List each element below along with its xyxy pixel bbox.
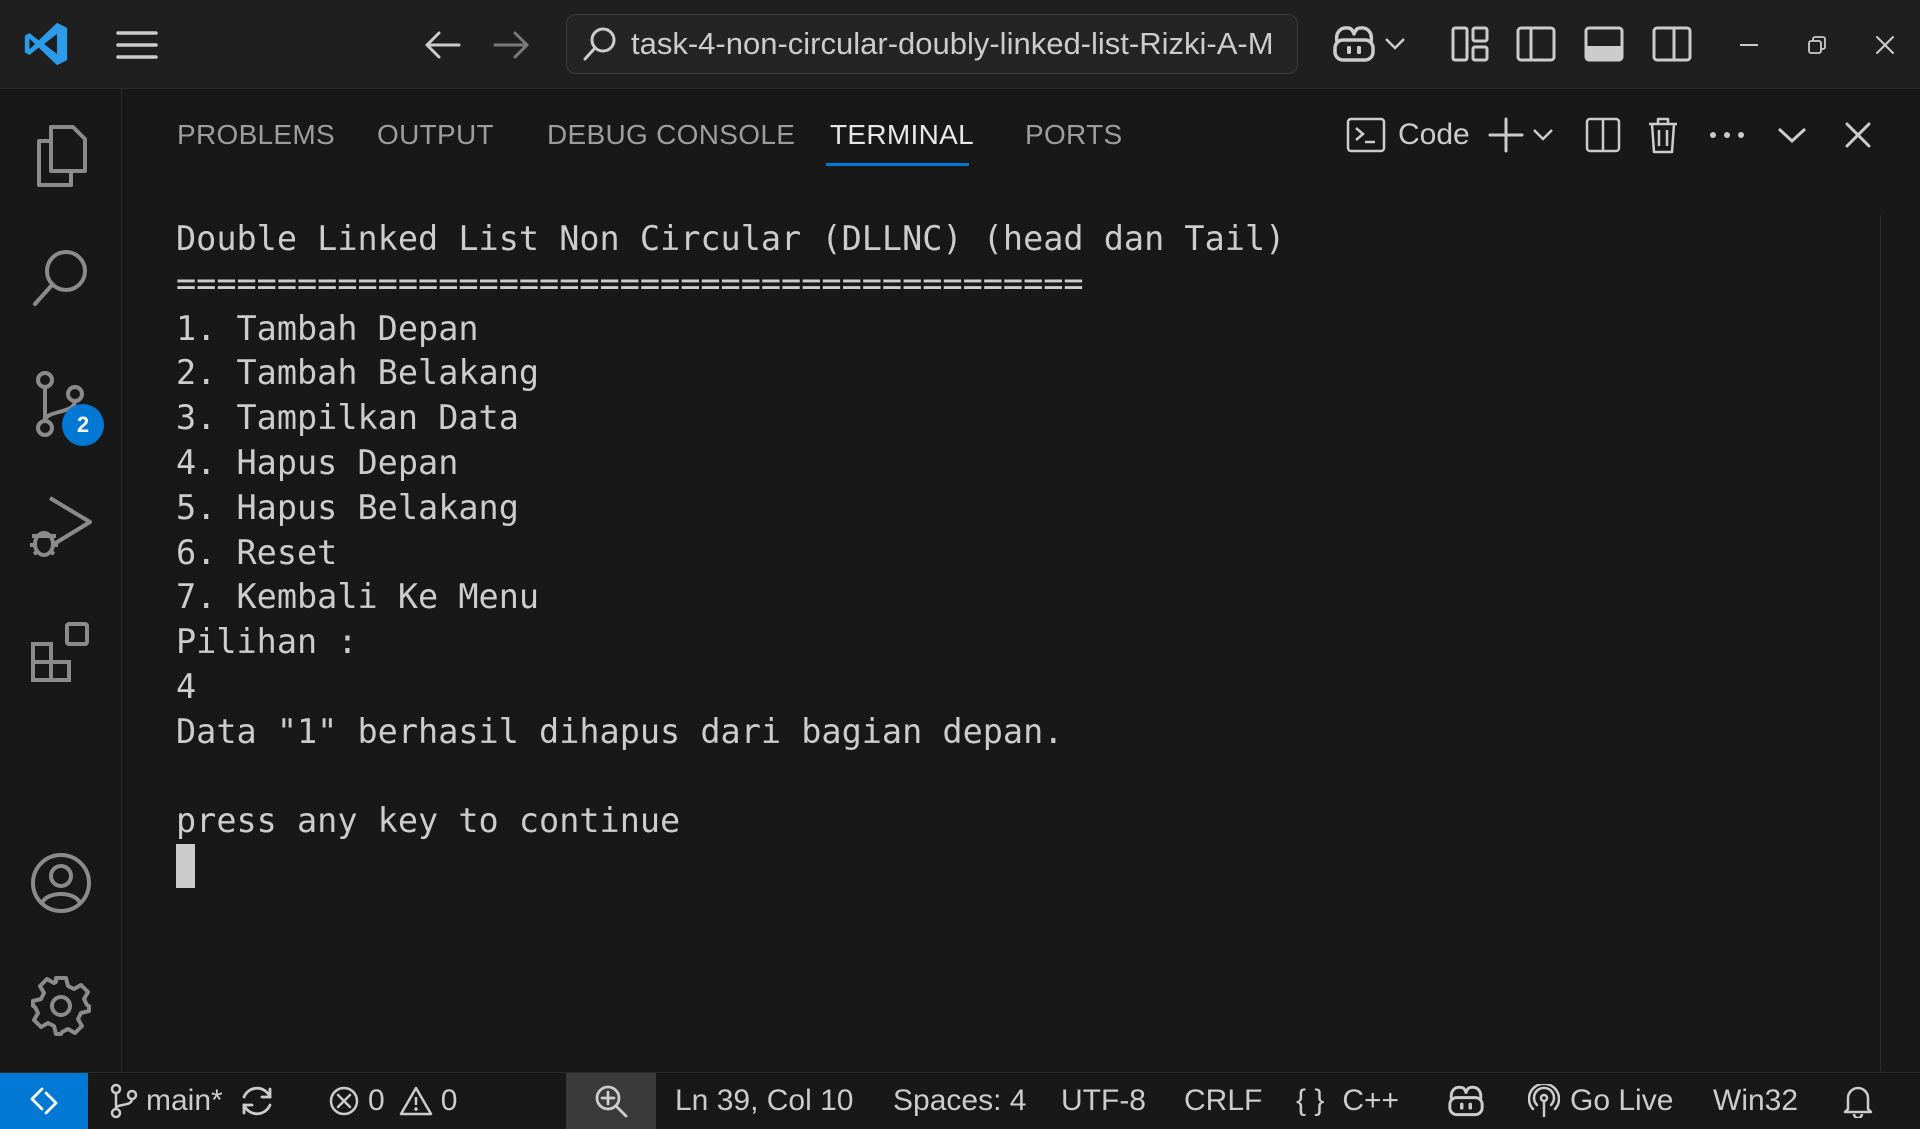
extensions-icon[interactable] [24,615,98,689]
command-center-search[interactable]: task-4-non-circular-doubly-linked-list-R… [566,14,1298,74]
forward-arrow-icon[interactable] [488,24,534,66]
search-text: task-4-non-circular-doubly-linked-list-R… [631,26,1274,61]
terminal-line: 7. Kembali Ke Menu [176,577,540,617]
terminal-line: 4. Hapus Depan [176,442,459,482]
run-debug-icon[interactable] [24,489,98,563]
search-icon[interactable] [24,241,98,315]
activity-bar: 2 [0,89,122,1072]
copilot-status-icon [1446,1084,1486,1118]
remote-indicator[interactable] [0,1073,88,1129]
terminal-line: 2. Tambah Belakang [176,353,540,393]
language-braces-icon: { } [1296,1084,1325,1117]
cursor-position[interactable]: Ln 39, Col 10 [675,1073,853,1129]
problems-status[interactable]: 0 0 [328,1073,457,1129]
platform-status[interactable]: Win32 [1713,1073,1798,1129]
accounts-icon[interactable] [24,846,98,920]
copilot-icon[interactable] [1328,20,1380,68]
active-tab-indicator [826,163,969,166]
tab-output[interactable]: OUTPUT [377,119,494,151]
broadcast-icon [1528,1084,1560,1118]
terminal-line: 6. Reset [176,532,338,572]
warning-count: 0 [440,1084,458,1117]
tab-debug-console[interactable]: DEBUG CONSOLE [547,119,795,151]
terminal-icon [1346,117,1386,153]
terminal-cursor-line [176,844,1856,889]
encoding-status[interactable]: UTF-8 [1061,1073,1146,1129]
more-actions-ellipsis-icon[interactable] [1706,110,1748,160]
terminal-line: Data "1" berhasil dihapus dari bagian de… [176,711,1064,751]
terminal-line: Pilihan : [176,622,358,662]
terminal-cursor [176,844,195,889]
terminal-output[interactable]: Double Linked List Non Circular (DLLNC) … [176,217,1856,889]
eol-status[interactable]: CRLF [1184,1073,1262,1129]
error-icon [328,1085,360,1117]
vscode-logo-icon [20,18,72,70]
split-terminal-icon[interactable] [1582,110,1624,160]
zoom-status[interactable] [566,1073,656,1129]
indentation-status[interactable]: Spaces: 4 [893,1073,1026,1129]
warning-icon [399,1086,433,1116]
kill-terminal-trash-icon[interactable] [1642,110,1684,160]
git-branch-icon [110,1083,138,1119]
maximize-panel-chevron-icon[interactable] [1772,110,1812,160]
tab-ports[interactable]: PORTS [1025,119,1122,151]
sync-icon[interactable] [239,1084,275,1118]
branch-status[interactable]: main* [110,1073,275,1129]
new-terminal-chevron-icon[interactable] [1530,110,1556,160]
terminal-line: press any key to continue [176,801,681,841]
close-icon[interactable] [1866,28,1904,62]
title-bar: task-4-non-circular-doubly-linked-list-R… [0,0,1920,89]
terminal-line: 4 [176,666,197,706]
terminal-name: Code [1398,118,1470,151]
remote-icon [28,1085,60,1117]
search-icon [581,25,619,63]
toggle-panel-icon[interactable] [1582,22,1626,66]
menu-icon[interactable] [112,22,162,68]
toggle-secondary-sidebar-icon[interactable] [1650,22,1694,66]
toggle-primary-sidebar-icon[interactable] [1514,22,1558,66]
tab-problems[interactable]: PROBLEMS [177,119,335,151]
customize-layout-icon[interactable] [1448,22,1492,66]
terminal-line: ========================================… [176,263,1084,303]
language-name: C++ [1342,1084,1400,1117]
chevron-down-icon[interactable] [1382,32,1408,56]
terminal-line: 1. Tambah Depan [176,308,479,348]
terminal-line: 3. Tampilkan Data [176,398,519,438]
branch-name: main* [146,1084,223,1117]
close-panel-icon[interactable] [1838,110,1878,160]
go-live-status[interactable]: Go Live [1528,1073,1673,1129]
terminal-instance-button[interactable]: Code [1346,110,1470,160]
restore-icon[interactable] [1798,28,1836,62]
back-arrow-icon[interactable] [420,24,466,66]
go-live-label: Go Live [1570,1084,1674,1117]
new-terminal-plus-icon[interactable] [1486,110,1526,160]
copilot-status[interactable] [1446,1073,1486,1129]
language-status[interactable]: { } C++ [1296,1073,1399,1129]
manage-gear-icon[interactable] [24,969,98,1043]
explorer-icon[interactable] [24,119,98,193]
terminal-line: Double Linked List Non Circular (DLLNC) … [176,219,1286,258]
terminal-scrollbar[interactable] [1880,215,1881,1071]
tab-terminal[interactable]: TERMINAL [830,119,974,151]
terminal-line: 5. Hapus Belakang [176,487,519,527]
source-control-badge: 2 [62,404,104,446]
notifications-bell-icon[interactable] [1843,1073,1873,1129]
zoom-in-icon [593,1083,629,1119]
error-count: 0 [368,1084,385,1117]
minimize-icon[interactable] [1730,30,1768,60]
status-bar: main* 0 0 Ln 39, Col 10 Spaces: 4 UTF-8 … [0,1072,1920,1129]
